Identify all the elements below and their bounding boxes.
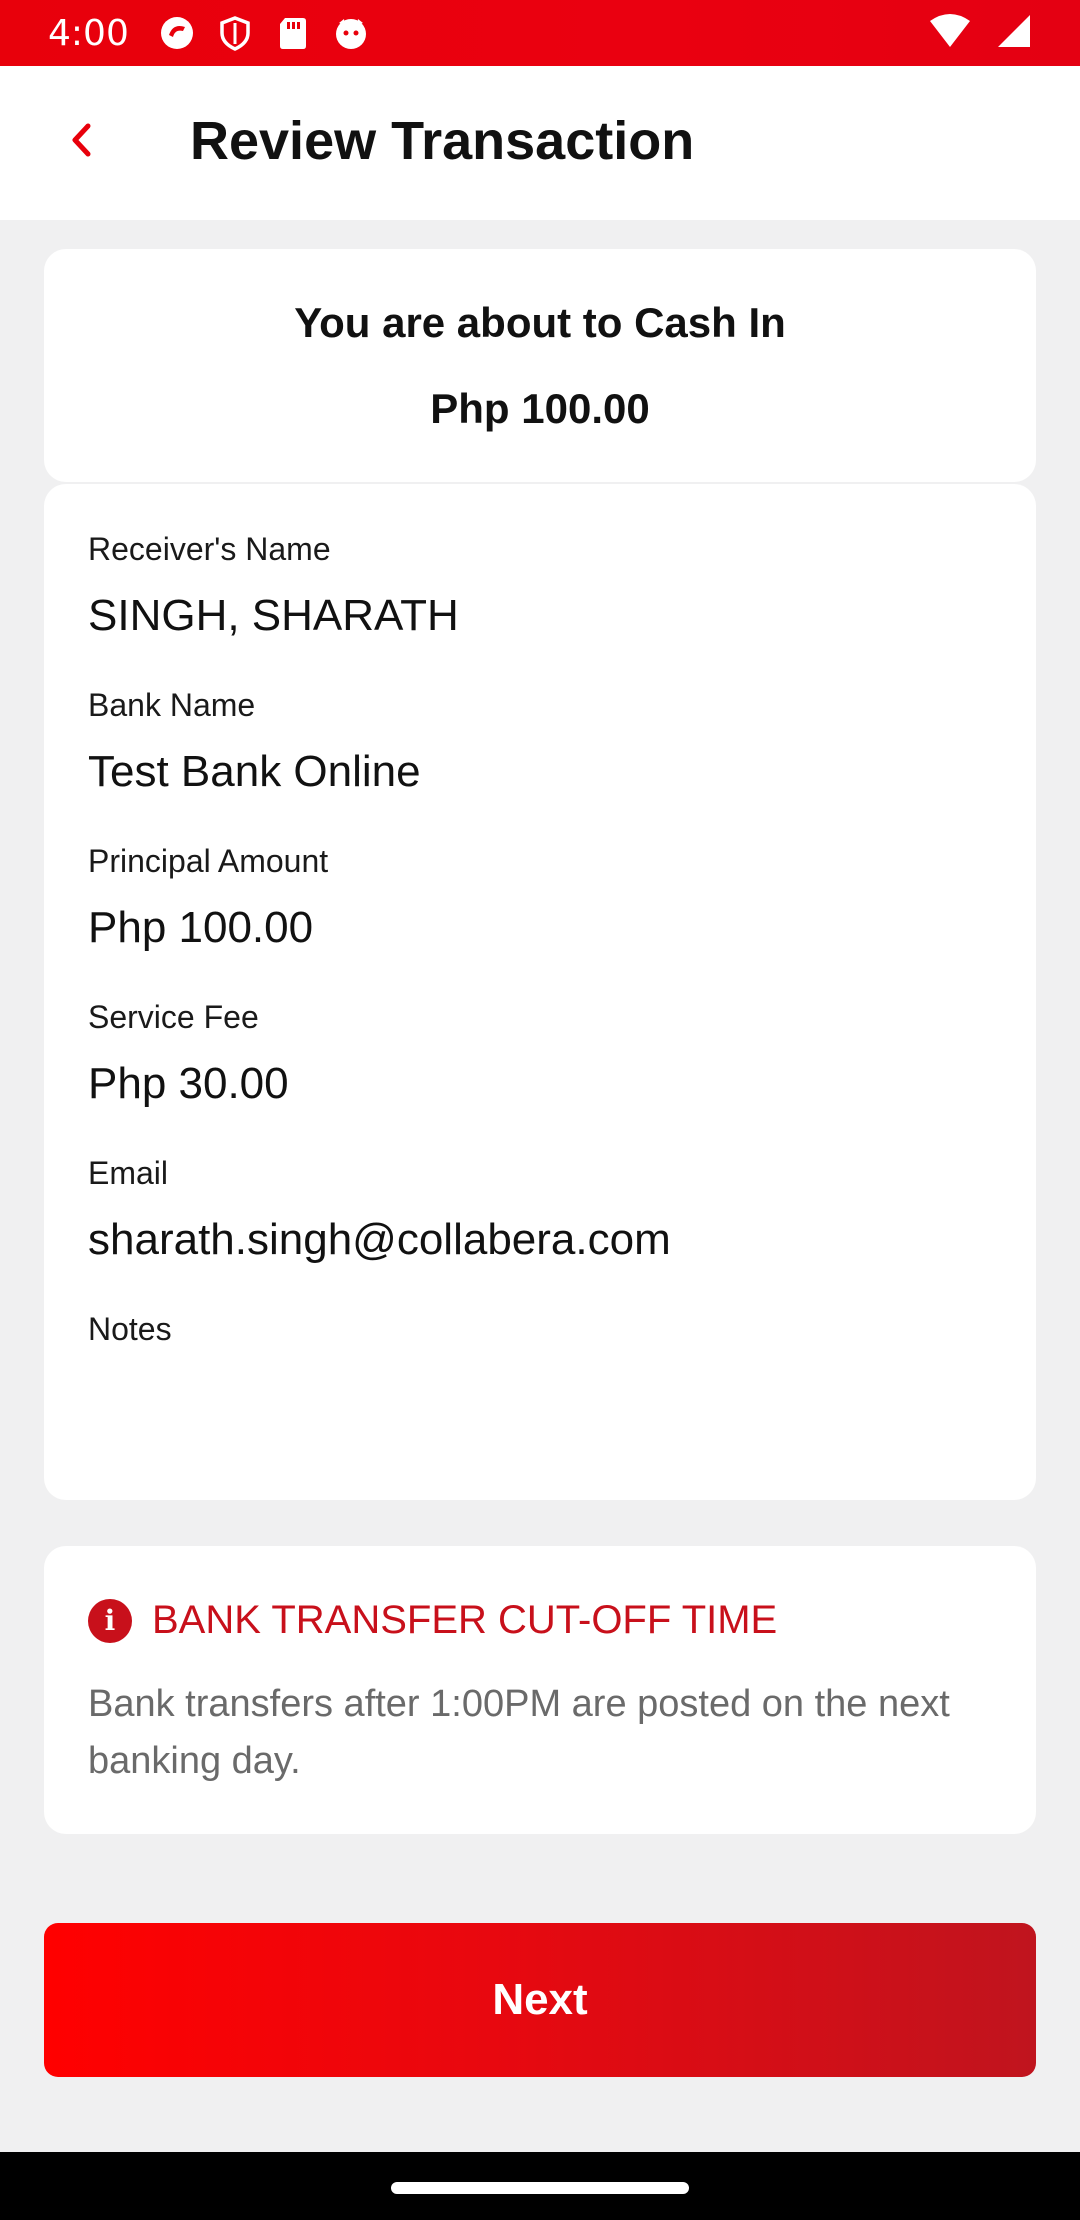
wifi-icon bbox=[928, 13, 972, 54]
email-label: Email bbox=[88, 1155, 169, 1191]
principal-label: Principal Amount bbox=[88, 843, 329, 879]
chevron-left-icon bbox=[66, 120, 98, 165]
summary-heading: You are about to Cash In bbox=[294, 299, 786, 346]
detail-principal: Principal Amount Php 100.00 bbox=[88, 842, 328, 955]
notice-body: Bank transfers after 1:00PM are posted o… bbox=[88, 1683, 950, 1782]
detail-notes: Notes bbox=[88, 1310, 172, 1370]
summary-card: You are about to Cash In Php 100.00 bbox=[44, 249, 1036, 482]
receiver-label: Receiver's Name bbox=[88, 531, 331, 567]
transaction-details-card: Receiver's Name SINGH, SHARATH Bank Name… bbox=[44, 484, 1036, 1500]
detail-service-fee: Service Fee Php 30.00 bbox=[88, 998, 289, 1111]
info-icon: i bbox=[88, 1598, 132, 1643]
cat-icon bbox=[333, 15, 369, 51]
detail-email: Email sharath.singh@collabera.com bbox=[88, 1154, 671, 1267]
detail-bank: Bank Name Test Bank Online bbox=[88, 686, 421, 799]
status-notification-icons bbox=[159, 15, 369, 51]
sd-card-icon bbox=[275, 15, 311, 51]
service-fee-value: Php 30.00 bbox=[88, 1059, 289, 1109]
bank-value: Test Bank Online bbox=[88, 747, 421, 797]
notes-label: Notes bbox=[88, 1311, 172, 1347]
bank-label: Bank Name bbox=[88, 687, 256, 723]
signal-icon bbox=[996, 13, 1032, 54]
principal-value: Php 100.00 bbox=[88, 903, 314, 953]
receiver-value: SINGH, SHARATH bbox=[88, 591, 459, 641]
next-button[interactable]: Next bbox=[44, 1923, 1036, 2077]
summary-amount: Php 100.00 bbox=[430, 385, 650, 432]
notice-title: BANK TRANSFER CUT-OFF TIME bbox=[152, 1598, 778, 1642]
service-fee-label: Service Fee bbox=[88, 999, 259, 1035]
sync-icon bbox=[159, 15, 195, 51]
shield-icon bbox=[217, 15, 253, 51]
status-time: 4:00 bbox=[48, 12, 129, 54]
page-title: Review Transaction bbox=[190, 111, 695, 171]
back-button[interactable] bbox=[50, 110, 114, 174]
app-bar: Review Transaction bbox=[0, 66, 1080, 220]
status-system-icons bbox=[928, 13, 1032, 54]
notice-header: i BANK TRANSFER CUT-OFF TIME bbox=[88, 1598, 777, 1643]
detail-receiver: Receiver's Name SINGH, SHARATH bbox=[88, 530, 459, 643]
home-indicator[interactable] bbox=[391, 2182, 689, 2194]
cutoff-notice-card: i BANK TRANSFER CUT-OFF TIME Bank transf… bbox=[44, 1546, 1036, 1834]
email-value: sharath.singh@collabera.com bbox=[88, 1215, 671, 1265]
system-nav-bar bbox=[0, 2152, 1080, 2220]
status-bar: 4:00 bbox=[0, 0, 1080, 66]
